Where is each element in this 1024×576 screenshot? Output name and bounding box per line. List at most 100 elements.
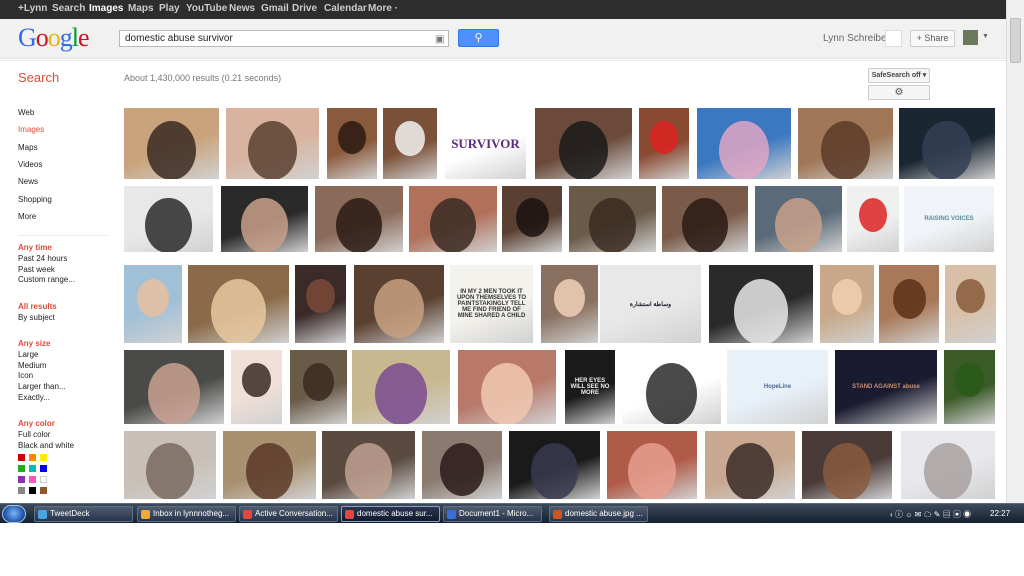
start-button[interactable] — [2, 505, 26, 523]
image-thumbnail[interactable] — [124, 431, 216, 499]
sidebar-item-maps[interactable]: Maps — [18, 143, 38, 152]
image-thumbnail[interactable] — [899, 108, 995, 179]
gear-icon[interactable]: ⚙ — [868, 85, 930, 100]
image-thumbnail[interactable] — [124, 108, 219, 179]
filter-option[interactable]: By subject — [18, 313, 55, 322]
image-thumbnail[interactable] — [290, 350, 347, 424]
filter-option[interactable]: Medium — [18, 361, 46, 370]
image-thumbnail[interactable] — [221, 186, 308, 252]
image-thumbnail[interactable] — [231, 350, 282, 424]
google-logo[interactable]: Google — [18, 23, 90, 53]
image-thumbnail[interactable] — [798, 108, 893, 179]
image-thumbnail[interactable] — [879, 265, 939, 343]
image-thumbnail[interactable] — [755, 186, 842, 252]
image-thumbnail[interactable] — [945, 265, 996, 343]
filter-heading-size[interactable]: Any size — [18, 339, 50, 348]
image-thumbnail[interactable] — [188, 265, 289, 343]
filter-option[interactable]: Full color — [18, 430, 50, 439]
image-thumbnail[interactable] — [944, 350, 995, 424]
topbar-item[interactable]: Maps — [128, 3, 154, 14]
image-thumbnail[interactable] — [422, 431, 502, 499]
clock[interactable]: 22:27 — [990, 509, 1010, 518]
sidebar-item-videos[interactable]: Videos — [18, 160, 42, 169]
color-swatch[interactable] — [29, 487, 36, 494]
chevron-down-icon[interactable]: ▼ — [982, 33, 989, 40]
image-thumbnail[interactable] — [847, 186, 899, 252]
image-thumbnail[interactable] — [622, 350, 721, 424]
image-thumbnail[interactable] — [322, 431, 415, 499]
topbar-item[interactable]: YouTube — [186, 3, 227, 14]
sidebar-item-more[interactable]: More — [18, 212, 36, 221]
filter-option[interactable]: Black and white — [18, 441, 74, 450]
filter-option[interactable]: Large — [18, 350, 38, 359]
image-thumbnail[interactable] — [802, 431, 892, 499]
filter-heading-results[interactable]: All results — [18, 302, 57, 311]
search-input[interactable]: domestic abuse survivor — [119, 30, 449, 47]
image-thumbnail[interactable] — [383, 108, 437, 179]
image-thumbnail[interactable] — [509, 431, 600, 499]
image-thumbnail[interactable] — [607, 431, 697, 499]
image-thumbnail[interactable] — [569, 186, 656, 252]
topbar-item[interactable]: News — [229, 3, 255, 14]
color-swatch[interactable] — [18, 454, 25, 461]
taskbar-item[interactable]: Active Conversation... — [239, 506, 338, 522]
color-swatch[interactable] — [29, 465, 36, 472]
image-thumbnail[interactable] — [124, 350, 224, 424]
taskbar-item[interactable]: domestic abuse.jpg ... — [549, 506, 648, 522]
filter-option[interactable]: Past 24 hours — [18, 254, 67, 263]
color-swatch[interactable] — [40, 487, 47, 494]
scrollbar-thumb[interactable] — [1010, 18, 1021, 63]
scrollbar[interactable] — [1006, 0, 1024, 503]
image-thumbnail[interactable] — [541, 265, 598, 343]
image-thumbnail[interactable] — [295, 265, 346, 343]
color-swatch[interactable] — [40, 465, 47, 472]
topbar-item[interactable]: Search — [52, 3, 85, 14]
image-thumbnail[interactable]: HopeLine — [727, 350, 828, 424]
user-name[interactable]: Lynn Schreiber — [823, 33, 890, 44]
image-thumbnail[interactable] — [705, 431, 795, 499]
image-thumbnail[interactable] — [327, 108, 377, 179]
image-thumbnail[interactable]: RAISING VOICES — [904, 186, 994, 252]
image-thumbnail[interactable]: STAND AGAINST abuse — [835, 350, 937, 424]
topbar-item[interactable]: Calendar — [324, 3, 367, 14]
filter-option[interactable]: Custom range... — [18, 275, 75, 284]
image-thumbnail[interactable]: HER EYES WILL SEE NO MORE — [565, 350, 615, 424]
taskbar-item[interactable]: domestic abuse sur... — [341, 506, 440, 522]
taskbar-item[interactable]: Inbox in lynnnotheg... — [137, 506, 236, 522]
sidebar-item-web[interactable]: Web — [18, 108, 34, 117]
sidebar-item-shopping[interactable]: Shopping — [18, 195, 52, 204]
topbar-item[interactable]: Drive — [292, 3, 317, 14]
avatar[interactable] — [963, 30, 978, 45]
filter-option[interactable]: Past week — [18, 265, 55, 274]
image-thumbnail[interactable] — [901, 431, 995, 499]
search-button[interactable]: ⚲ — [458, 29, 499, 47]
image-thumbnail[interactable] — [409, 186, 497, 252]
image-thumbnail[interactable] — [458, 350, 556, 424]
image-thumbnail[interactable]: وساطة استشارة — [600, 265, 701, 343]
image-thumbnail[interactable] — [535, 108, 632, 179]
topbar-item[interactable]: +Lynn — [18, 3, 47, 14]
image-thumbnail[interactable] — [697, 108, 791, 179]
topbar-item[interactable]: Images — [89, 3, 123, 14]
filter-option[interactable]: Icon — [18, 371, 33, 380]
image-thumbnail[interactable] — [124, 186, 213, 252]
image-thumbnail[interactable] — [124, 265, 182, 343]
color-swatch[interactable] — [40, 454, 47, 461]
color-swatch[interactable] — [40, 476, 47, 483]
color-swatch[interactable] — [18, 487, 25, 494]
image-thumbnail[interactable] — [223, 431, 316, 499]
camera-icon[interactable]: ▣ — [435, 34, 444, 45]
color-swatch[interactable] — [29, 476, 36, 483]
taskbar-item[interactable]: Document1 - Micro... — [443, 506, 542, 522]
image-thumbnail[interactable] — [662, 186, 748, 252]
image-thumbnail[interactable] — [352, 350, 450, 424]
notifications-button[interactable] — [885, 30, 902, 47]
sidebar-item-news[interactable]: News — [18, 177, 38, 186]
image-thumbnail[interactable] — [502, 186, 562, 252]
image-thumbnail[interactable]: SURVIVOR — [445, 108, 526, 179]
image-thumbnail[interactable]: IN MY 2 MEN TOOK IT UPON THEMSELVES TO P… — [450, 265, 533, 343]
filter-option[interactable]: Larger than... — [18, 382, 66, 391]
image-thumbnail[interactable] — [639, 108, 689, 179]
system-tray[interactable]: ‹ ⓘ ☼ ✉ ☁ ✎ ▤ ▣ ◉ — [890, 509, 971, 520]
image-thumbnail[interactable] — [354, 265, 444, 343]
